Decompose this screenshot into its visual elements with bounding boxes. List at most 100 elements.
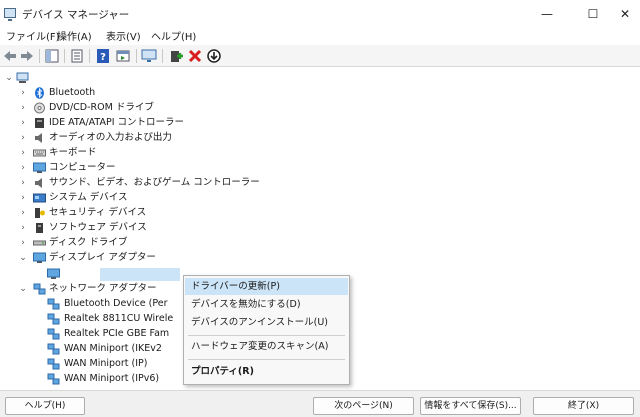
ctx-uninstall-device[interactable]: デバイスのアンインストール(U) [185, 314, 348, 331]
close-button[interactable]: ✕ [610, 5, 640, 23]
ctx-update-driver[interactable]: ドライバーの更新(P) [185, 278, 348, 295]
tree-item-label: セキュリティ デバイス [49, 207, 147, 218]
toolbar-separator [64, 49, 65, 63]
toolbar-separator [136, 49, 137, 63]
save-all-button[interactable]: 情報をすべて保存(S)... [420, 397, 521, 415]
computer-icon [33, 162, 46, 174]
ctx-separator [188, 335, 345, 336]
window-title: デバイス マネージャー [22, 9, 130, 21]
show-hide-tree-icon[interactable] [44, 48, 60, 64]
expand-chevron-icon[interactable]: › [18, 162, 28, 174]
tree-item-label: DVD/CD-ROM ドライブ [49, 102, 154, 113]
uninstall-x-icon[interactable] [187, 48, 203, 64]
tree-root[interactable]: ⌄ [0, 71, 60, 86]
menu-help[interactable]: ヘルプ(H) [151, 28, 196, 43]
exit-button[interactable]: 終了(X) [533, 397, 634, 415]
disable-device-icon[interactable] [206, 48, 222, 64]
ctx-disable-device[interactable]: デバイスを無効にする(D) [185, 296, 348, 313]
expand-chevron-icon[interactable]: › [18, 177, 28, 189]
tree-category-computer[interactable]: › コンピューター [0, 161, 200, 176]
network-adapter-icon [47, 373, 60, 385]
network-device-row[interactable]: WAN Miniport (IPv6) [0, 372, 160, 387]
title-bar: デバイス マネージャー — ☐ ✕ [0, 3, 640, 25]
network-device-row[interactable]: Realtek 8811CU Wirele [0, 312, 173, 327]
tree-category-system[interactable]: › システム デバイス [0, 191, 200, 206]
tree-item-label: コンピューター [49, 162, 116, 173]
menu-file[interactable]: ファイル(F) [6, 28, 60, 43]
expand-chevron-icon[interactable]: › [18, 147, 28, 159]
tree-item-label: Bluetooth Device (Per [64, 298, 168, 309]
network-device-row[interactable]: Bluetooth Device (Per [0, 297, 168, 312]
speaker-icon [33, 132, 46, 144]
menu-action[interactable]: 操作(A) [57, 28, 92, 43]
tree-item-label: Realtek PCIe GBE Fam [64, 328, 170, 339]
tree-category-software[interactable]: › ソフトウェア デバイス [0, 221, 200, 236]
svg-text:?: ? [100, 52, 106, 63]
tree-item-label: サウンド、ビデオ、およびゲーム コントローラー [49, 177, 260, 188]
bluetooth-icon [33, 87, 46, 99]
tree-item-label: キーボード [49, 147, 97, 158]
tree-category-sound-video[interactable]: › サウンド、ビデオ、およびゲーム コントローラー [0, 176, 260, 191]
expand-chevron-icon[interactable]: › [18, 192, 28, 204]
system-device-icon [33, 192, 46, 204]
tree-category-security[interactable]: › セキュリティ デバイス [0, 206, 200, 221]
expand-chevron-icon[interactable]: › [18, 87, 28, 99]
tree-item-label: Bluetooth [49, 87, 96, 98]
expand-chevron-icon[interactable]: › [18, 222, 28, 234]
ctx-properties[interactable]: プロパティ(R) [185, 363, 348, 380]
back-arrow-icon[interactable] [2, 48, 18, 64]
ctx-scan-hardware[interactable]: ハードウェア変更のスキャン(A) [185, 338, 348, 355]
network-device-row[interactable]: Realtek PCIe GBE Fam [0, 327, 169, 342]
minimize-button[interactable]: — [532, 5, 562, 23]
network-adapter-icon [47, 298, 60, 310]
menu-view[interactable]: 表示(V) [106, 28, 141, 43]
keyboard-icon [33, 147, 46, 159]
expand-chevron-icon[interactable]: › [18, 207, 28, 219]
collapse-chevron-icon[interactable]: ⌄ [4, 72, 14, 84]
maximize-button[interactable]: ☐ [578, 5, 608, 23]
network-adapter-icon [33, 283, 46, 295]
properties-icon[interactable] [69, 48, 85, 64]
expand-chevron-icon[interactable]: › [18, 237, 28, 249]
tree-item-label: WAN Miniport (IP) [64, 358, 148, 369]
next-page-button[interactable]: 次のページ(N) [313, 397, 414, 415]
tree-item-label: ソフトウェア デバイス [49, 222, 147, 233]
scan-monitor-icon[interactable] [141, 48, 157, 64]
network-device-row[interactable]: WAN Miniport (IP) [0, 357, 160, 372]
context-menu: ドライバーの更新(P) デバイスを無効にする(D) デバイスのアンインストール(… [183, 275, 350, 385]
computer-icon [16, 72, 29, 84]
tree-item-label: ネットワーク アダプター [49, 283, 157, 294]
disk-drive-icon [33, 237, 46, 249]
tree-category-keyboard[interactable]: › キーボード [0, 146, 200, 161]
display-adapter-device[interactable] [0, 267, 180, 282]
expand-chevron-icon[interactable]: › [18, 117, 28, 129]
tree-item-label: Realtek 8811CU Wirele [64, 313, 174, 324]
add-driver-icon[interactable] [168, 48, 184, 64]
view-icon[interactable] [115, 48, 131, 64]
collapse-chevron-icon[interactable]: ⌄ [18, 252, 28, 264]
expand-chevron-icon[interactable]: › [18, 132, 28, 144]
tree-category-display-adapter[interactable]: ⌄ ディスプレイ アダプター [0, 251, 200, 266]
network-device-row[interactable]: WAN Miniport (IKEv2 [0, 342, 162, 357]
tree-item-label: WAN Miniport (IPv6) [64, 373, 160, 384]
tree-item-label: IDE ATA/ATAPI コントローラー [49, 117, 185, 128]
collapse-chevron-icon[interactable]: ⌄ [18, 283, 28, 295]
tree-category-disk[interactable]: › ディスク ドライブ [0, 236, 200, 251]
display-adapter-icon [33, 252, 46, 264]
tree-category-bluetooth[interactable]: › Bluetooth [0, 86, 200, 101]
tree-category-ide[interactable]: › IDE ATA/ATAPI コントローラー [0, 116, 220, 131]
network-adapter-icon [47, 358, 60, 370]
sound-icon [33, 177, 46, 189]
tree-category-audio-io[interactable]: › オーディオの入力および出力 [0, 131, 220, 146]
tree-category-dvd[interactable]: › DVD/CD-ROM ドライブ [0, 101, 200, 116]
help-icon[interactable]: ? [95, 48, 111, 64]
bottom-bar: ヘルプ(H) 次のページ(N) 情報をすべて保存(S)... 終了(X) [0, 390, 640, 417]
tree-item-label: オーディオの入力および出力 [49, 132, 172, 143]
selection-highlight [100, 268, 180, 281]
forward-arrow-icon[interactable] [19, 48, 35, 64]
tree-category-network-adapter[interactable]: ⌄ ネットワーク アダプター [0, 282, 200, 297]
security-key-icon [33, 207, 46, 219]
help-button[interactable]: ヘルプ(H) [5, 397, 85, 415]
expand-chevron-icon[interactable]: › [18, 102, 28, 114]
toolbar-separator [162, 49, 163, 63]
